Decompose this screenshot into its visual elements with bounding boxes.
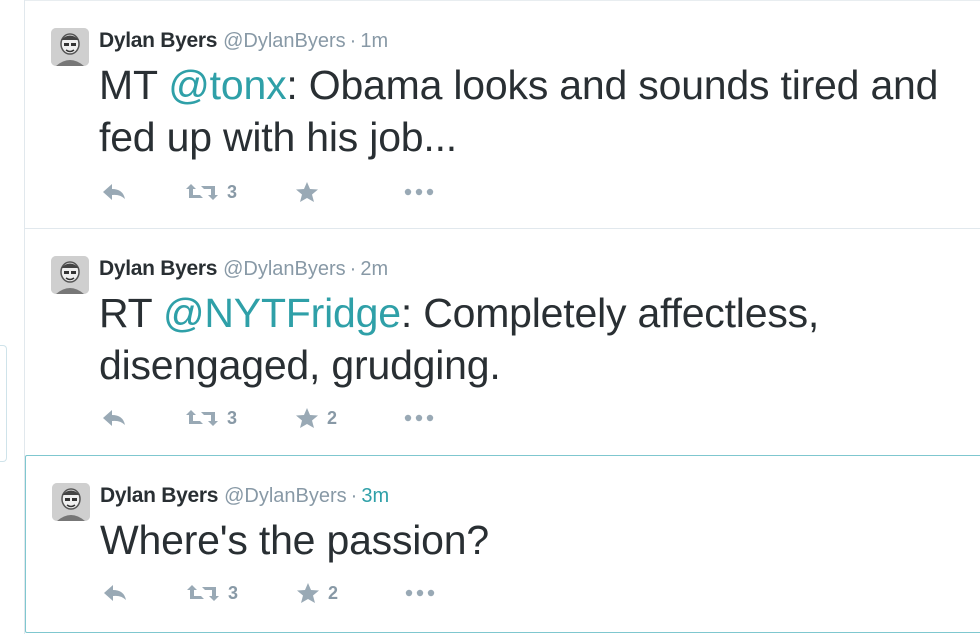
reply-button[interactable] (101, 408, 185, 428)
favorite-button[interactable]: 2 (295, 407, 403, 429)
author-handle[interactable]: @DylanByers (223, 30, 346, 52)
retweet-icon (186, 410, 218, 426)
star-icon (297, 583, 319, 603)
left-gutter (0, 0, 24, 634)
more-button[interactable] (404, 588, 436, 598)
retweet-count: 3 (227, 181, 238, 202)
more-icon (405, 589, 435, 597)
more-icon (404, 414, 434, 422)
tweet-header: Dylan Byers @DylanByers · 3m (100, 483, 389, 509)
reply-button[interactable] (102, 583, 186, 603)
retweet-button[interactable]: 3 (186, 582, 296, 604)
mention-link[interactable]: @tonx (168, 62, 286, 108)
tweet[interactable]: Dylan Byers @DylanByers · 1m MT @tonx: Obam… (25, 0, 980, 229)
separator-dot: · (349, 30, 357, 52)
reply-icon (103, 184, 125, 200)
author-name[interactable]: Dylan Byers (99, 29, 217, 52)
tweet-header: Dylan Byers @DylanByers · 2m (99, 256, 388, 282)
tweet[interactable]: Dylan Byers @DylanByers · 2m RT @NYTFridge:… (25, 228, 980, 455)
retweet-button[interactable]: 3 (185, 407, 295, 429)
favorite-button[interactable]: 2 (296, 582, 404, 604)
tweet-actions: 3 (101, 177, 435, 207)
author-handle[interactable]: @DylanByers (224, 485, 347, 507)
tweet-text: MT @tonx: Obama looks and sounds tired a… (99, 59, 959, 163)
retweet-count: 3 (227, 407, 238, 428)
reply-icon (103, 410, 125, 426)
timestamp[interactable]: 2m (360, 258, 388, 280)
reply-icon (104, 585, 126, 601)
text-prefix: MT (99, 62, 169, 108)
retweet-count: 3 (228, 582, 239, 603)
reply-button[interactable] (101, 182, 185, 202)
avatar[interactable] (51, 256, 89, 294)
tweet-actions: 3 2 (101, 403, 435, 433)
more-icon (404, 188, 434, 196)
separator-dot: · (350, 485, 358, 507)
tweet-text: RT @NYTFridge: Completely affectless, di… (99, 287, 959, 391)
favorite-count: 2 (327, 407, 338, 428)
retweet-icon (186, 184, 218, 200)
tweet-actions: 3 2 (102, 578, 436, 608)
favorite-button[interactable] (295, 181, 403, 203)
tweet[interactable]: Dylan Byers @DylanByers · 3m Where's the pa… (25, 455, 980, 633)
tweet-text: Where's the passion? (100, 514, 960, 566)
more-button[interactable] (403, 187, 435, 197)
timestamp[interactable]: 1m (360, 30, 388, 52)
side-panel-edge (0, 345, 7, 462)
more-button[interactable] (403, 413, 435, 423)
star-icon (296, 182, 318, 202)
separator-dot: · (349, 258, 357, 280)
retweet-button[interactable]: 3 (185, 181, 295, 203)
tweet-header: Dylan Byers @DylanByers · 1m (99, 28, 388, 54)
star-icon (296, 408, 318, 428)
favorite-count: 2 (328, 582, 339, 603)
tweet-stream: Dylan Byers @DylanByers · 1m MT @tonx: Obam… (24, 0, 980, 634)
avatar[interactable] (51, 28, 89, 66)
text-prefix: RT (99, 290, 163, 336)
author-name[interactable]: Dylan Byers (99, 257, 217, 280)
author-handle[interactable]: @DylanByers (223, 258, 346, 280)
timestamp[interactable]: 3m (361, 485, 389, 507)
text-prefix: Where's the passion? (100, 517, 489, 563)
mention-link[interactable]: @NYTFridge (163, 290, 401, 336)
avatar[interactable] (52, 483, 90, 521)
retweet-icon (187, 585, 219, 601)
author-name[interactable]: Dylan Byers (100, 484, 218, 507)
